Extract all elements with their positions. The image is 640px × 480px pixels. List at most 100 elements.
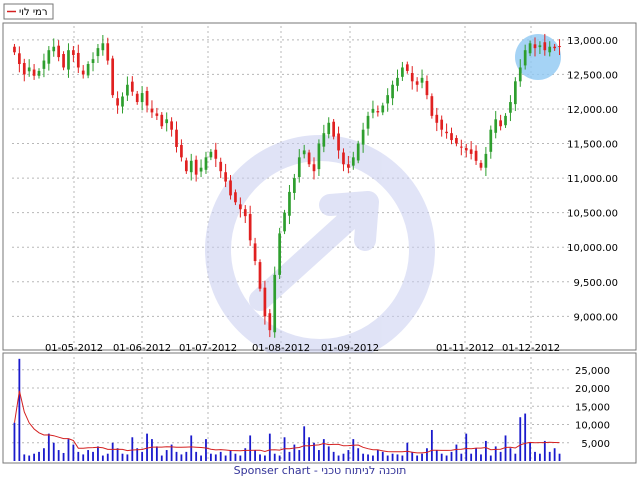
volume-bar [254, 450, 256, 461]
volume-bar [342, 453, 345, 461]
date-tick-label: 01-09-2012 [321, 343, 379, 354]
volume-bar [367, 454, 369, 461]
volume-bar [308, 437, 310, 461]
volume-bar [484, 440, 487, 461]
candle [62, 51, 65, 71]
volume-tick-label: 5,000 [581, 439, 610, 450]
volume-bar [460, 453, 463, 461]
price-tick-label: 13,000.00 [567, 36, 618, 47]
date-tick-label: 01-11-2012 [436, 343, 494, 354]
date-tick-label: 01-06-2012 [113, 343, 171, 354]
volume-bar [106, 453, 109, 461]
volume-bar [234, 453, 237, 461]
volume-bar [322, 439, 325, 461]
volume-bar [489, 455, 492, 461]
price-tick-label: 9,000.00 [573, 312, 618, 323]
volume-bar [175, 451, 178, 461]
volume-bar [337, 455, 340, 461]
volume-bar [440, 453, 443, 461]
volume-bar [514, 453, 517, 461]
candle [278, 227, 281, 280]
volume-bar [92, 451, 94, 461]
volume-bar [28, 455, 31, 461]
volume-bar [72, 444, 75, 461]
volume-bar [190, 435, 193, 461]
volume-bar [185, 451, 188, 461]
volume-bar [18, 358, 21, 461]
volume-bar [401, 455, 404, 461]
volume-bar [411, 451, 414, 461]
volume-bar [288, 451, 291, 461]
volume-bar [131, 437, 134, 461]
volume-bar [224, 455, 227, 461]
volume-tick-label: 25,000 [575, 366, 610, 377]
volume-bar [332, 451, 335, 461]
volume-bar [87, 450, 90, 461]
highlight-circle [515, 34, 561, 80]
volume-bar [298, 450, 301, 461]
volume-bar [396, 454, 399, 461]
stock-chart: 9,000.00 9,500.00 10,000.00 10,500.00 11,000… [2, 3, 637, 477]
price-tick-label: 10,000.00 [567, 243, 618, 254]
volume-bar [268, 433, 271, 461]
volume-bar [318, 450, 320, 461]
volume-bar [111, 442, 114, 461]
volume-bar [445, 455, 448, 461]
volume-bar [23, 454, 26, 461]
candle [356, 140, 360, 164]
volume-bar [47, 433, 50, 461]
volume-bar [116, 448, 119, 461]
volume-bar [435, 450, 438, 461]
volume-bar [416, 455, 419, 461]
volume-bar [33, 453, 35, 461]
volume-bar [155, 446, 158, 461]
volume-bar [499, 451, 502, 461]
price-tick-label: 11,500.00 [567, 140, 618, 151]
volume-bar [214, 454, 217, 461]
volume-bar [529, 442, 531, 461]
volume-bar [430, 429, 433, 461]
volume-bar [62, 452, 65, 461]
volume-bar [391, 453, 394, 461]
volume-bar [151, 439, 153, 461]
volume-bar [82, 454, 85, 461]
volume-bar [126, 454, 129, 461]
volume-bar [259, 454, 261, 461]
volume-bar [52, 442, 55, 461]
volume-bar [303, 426, 306, 461]
volume-bar [160, 455, 163, 461]
volume-bar [519, 417, 522, 461]
volume-bar [426, 448, 428, 461]
volume-tick-label: 15,000 [575, 402, 610, 413]
volume-bar [534, 451, 536, 461]
volume-bar [195, 451, 198, 461]
volume-bar [38, 451, 40, 461]
volume-tick-label: 20,000 [575, 384, 610, 395]
volume-bar [101, 455, 104, 461]
volume-bar [450, 451, 453, 461]
volume-bar [121, 453, 124, 461]
volume-tick-label: 10,000 [575, 421, 610, 432]
price-tick-label: 12,000.00 [567, 105, 618, 116]
volume-bar [362, 453, 365, 461]
volume-bar [480, 454, 482, 461]
volume-bar [77, 451, 80, 461]
volume-bar [146, 433, 148, 461]
price-tick-label: 12,500.00 [567, 70, 618, 81]
volume-bar [67, 439, 70, 461]
volume-bar [558, 453, 561, 461]
volume-bar [553, 448, 556, 461]
volume-bar [372, 455, 374, 461]
volume-bar [539, 453, 541, 461]
candle [430, 93, 434, 119]
candle [258, 259, 262, 292]
footer-text: Sponser chart - תוכנה לניתוח טכני [234, 464, 407, 477]
volume-bar [455, 444, 458, 461]
volume-bar [209, 453, 212, 461]
volume-bar [386, 455, 389, 461]
price-y-axis: 9,000.00 9,500.00 10,000.00 10,500.00 11,000… [567, 36, 618, 324]
candle [111, 55, 115, 98]
volume-bar [470, 453, 473, 461]
volume-bar [219, 451, 222, 461]
candle [283, 209, 286, 235]
